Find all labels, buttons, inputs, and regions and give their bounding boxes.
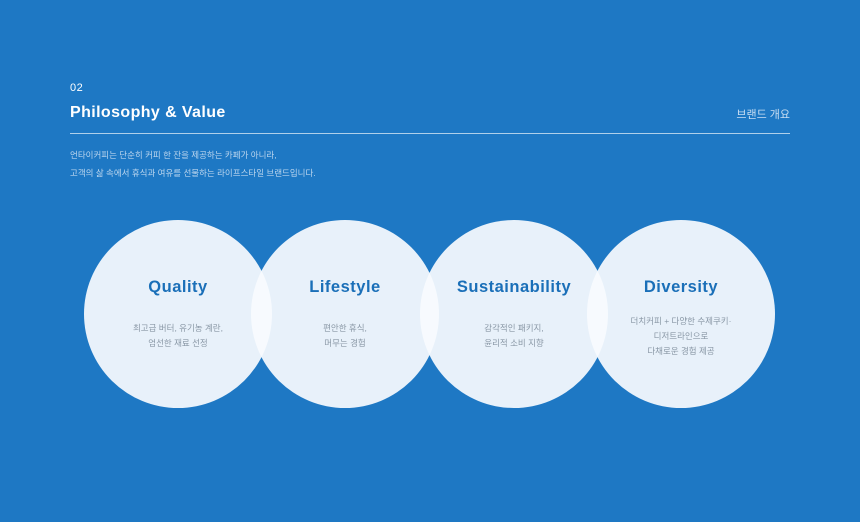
value-description-line: 더치커피 + 다양한 수제쿠키· — [630, 316, 732, 326]
value-title: Lifestyle — [309, 278, 381, 296]
value-description-line: 감각적인 패키지, — [484, 323, 544, 333]
value-description: 감각적인 패키지, 윤리적 소비 지향 — [420, 321, 608, 351]
value-circle-diversity: Diversity 더치커피 + 다양한 수제쿠키· 디저트라인으로 다채로운 … — [587, 220, 775, 408]
value-description-line: 편안한 휴식, — [323, 323, 367, 333]
value-title: Quality — [148, 278, 208, 296]
value-description-line: 다채로운 경험 제공 — [647, 346, 715, 356]
value-description: 최고급 버터, 유기농 계란, 엄선한 재료 선정 — [84, 321, 272, 351]
slide: 02 Philosophy & Value 브랜드 개요 언타이커피는 단순히 … — [0, 0, 860, 522]
value-description: 더치커피 + 다양한 수제쿠키· 디저트라인으로 다채로운 경험 제공 — [587, 314, 775, 359]
value-description-line: 머무는 경험 — [324, 338, 366, 348]
value-circles: Quality 최고급 버터, 유기농 계란, 엄선한 재료 선정 Lifest… — [0, 0, 860, 522]
value-description-line: 디저트라인으로 — [653, 331, 709, 341]
value-description-line: 윤리적 소비 지향 — [484, 338, 544, 348]
value-description: 편안한 휴식, 머무는 경험 — [251, 321, 439, 351]
value-description-line: 최고급 버터, 유기농 계란, — [132, 323, 223, 333]
value-title: Sustainability — [456, 278, 572, 296]
value-description-line: 엄선한 재료 선정 — [148, 338, 208, 348]
value-circle-quality: Quality 최고급 버터, 유기농 계란, 엄선한 재료 선정 — [84, 220, 272, 408]
value-title: Diversity — [643, 278, 719, 296]
value-circle-lifestyle: Lifestyle 편안한 휴식, 머무는 경험 — [251, 220, 439, 408]
value-circle-sustainability: Sustainability 감각적인 패키지, 윤리적 소비 지향 — [420, 220, 608, 408]
